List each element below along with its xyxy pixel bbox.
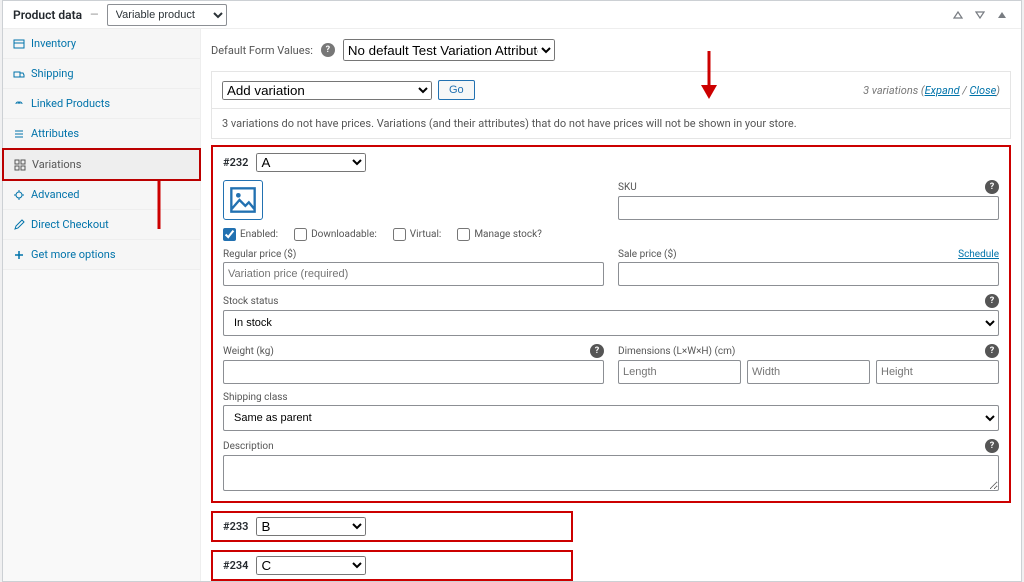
manage-stock-checkbox[interactable] xyxy=(457,228,470,241)
variation-action-select[interactable]: Add variation xyxy=(222,81,432,100)
sidebar-item-label: Attributes xyxy=(31,127,79,140)
variations-count-text: 3 variations (Expand / Close) xyxy=(863,84,1000,97)
sidebar-item-attributes[interactable]: Attributes xyxy=(3,119,200,149)
sku-label: SKU xyxy=(618,180,637,194)
variation-row-234[interactable]: #234 C xyxy=(211,550,573,581)
schedule-link[interactable]: Schedule xyxy=(958,249,999,260)
help-icon[interactable]: ? xyxy=(985,439,999,453)
variation-attribute-select[interactable]: C xyxy=(256,556,366,575)
enabled-checkbox[interactable] xyxy=(223,228,236,241)
shipping-class-select[interactable]: Same as parent xyxy=(223,405,999,431)
sale-price-input[interactable] xyxy=(618,262,999,286)
variation-row-232: #232 A SKU ? xyxy=(211,145,1011,503)
variation-id: #234 xyxy=(223,559,248,572)
panel-title: Product data xyxy=(13,8,82,22)
expand-link[interactable]: Expand xyxy=(925,84,960,97)
weight-input[interactable] xyxy=(223,360,604,384)
go-button[interactable]: Go xyxy=(438,80,475,100)
sidebar-item-label: Advanced xyxy=(31,188,79,201)
downloadable-checkbox-label[interactable]: Downloadable: xyxy=(294,228,377,241)
regular-price-label: Regular price ($) xyxy=(223,249,604,260)
manage-stock-checkbox-label[interactable]: Manage stock? xyxy=(457,228,542,241)
variation-row-233[interactable]: #233 B xyxy=(211,511,573,542)
panel-move-down-icon[interactable] xyxy=(971,6,989,24)
sidebar-item-advanced[interactable]: Advanced xyxy=(3,180,200,210)
help-icon[interactable]: ? xyxy=(985,180,999,194)
virtual-checkbox[interactable] xyxy=(393,228,406,241)
sidebar-item-label: Get more options xyxy=(31,248,116,261)
product-tabs-sidebar: Inventory Shipping Linked Products Attri… xyxy=(3,29,201,581)
link-icon xyxy=(13,98,25,110)
height-input[interactable] xyxy=(876,360,999,384)
length-input[interactable] xyxy=(618,360,741,384)
price-warning-notice: 3 variations do not have prices. Variati… xyxy=(211,109,1011,139)
help-icon[interactable]: ? xyxy=(985,294,999,308)
dimensions-label: Dimensions (L×W×H) (cm) xyxy=(618,344,735,358)
sidebar-item-inventory[interactable]: Inventory xyxy=(3,29,200,59)
sidebar-item-label: Inventory xyxy=(31,37,76,50)
sidebar-item-shipping[interactable]: Shipping xyxy=(3,59,200,89)
stock-status-select[interactable]: In stock xyxy=(223,310,999,336)
default-form-values-label: Default Form Values: xyxy=(211,44,313,57)
enabled-checkbox-label[interactable]: Enabled: xyxy=(223,228,278,241)
default-attribute-select[interactable]: No default Test Variation Attribute… xyxy=(343,39,555,61)
downloadable-checkbox[interactable] xyxy=(294,228,307,241)
weight-label: Weight (kg) xyxy=(223,344,274,358)
pencil-icon xyxy=(13,219,25,231)
virtual-checkbox-label[interactable]: Virtual: xyxy=(393,228,442,241)
help-icon[interactable]: ? xyxy=(321,43,335,57)
width-input[interactable] xyxy=(747,360,870,384)
panel-toggle-icon[interactable] xyxy=(993,6,1011,24)
attributes-icon xyxy=(13,128,25,140)
variation-image-placeholder[interactable] xyxy=(223,180,263,220)
stock-status-label: Stock status xyxy=(223,294,278,308)
sidebar-item-linked[interactable]: Linked Products xyxy=(3,89,200,119)
inventory-icon xyxy=(13,38,25,50)
variations-icon xyxy=(14,159,26,171)
sku-input[interactable] xyxy=(618,196,999,220)
close-link[interactable]: Close xyxy=(969,84,996,97)
panel-move-up-icon[interactable] xyxy=(949,6,967,24)
description-label: Description xyxy=(223,439,274,453)
sidebar-item-variations[interactable]: Variations xyxy=(2,148,201,181)
regular-price-input[interactable] xyxy=(223,262,604,286)
description-textarea[interactable] xyxy=(223,455,999,491)
shipping-class-label: Shipping class xyxy=(223,392,999,403)
panel-separator: — xyxy=(90,8,99,21)
sidebar-item-label: Direct Checkout xyxy=(31,218,109,231)
sidebar-item-label: Shipping xyxy=(31,67,74,80)
variation-id: #232 xyxy=(223,156,248,169)
sidebar-item-label: Linked Products xyxy=(31,97,110,110)
sidebar-item-label: Variations xyxy=(32,158,81,171)
sidebar-item-direct-checkout[interactable]: Direct Checkout xyxy=(3,210,200,240)
plus-icon xyxy=(13,249,25,261)
sale-price-label: Sale price ($) xyxy=(618,249,677,260)
help-icon[interactable]: ? xyxy=(590,344,604,358)
variation-attribute-select[interactable]: B xyxy=(256,517,366,536)
variation-attribute-select[interactable]: A xyxy=(256,153,366,172)
variation-id: #233 xyxy=(223,520,248,533)
gear-icon xyxy=(13,189,25,201)
shipping-icon xyxy=(13,68,25,80)
product-type-select[interactable]: Variable product xyxy=(107,4,227,26)
sidebar-item-more-options[interactable]: Get more options xyxy=(3,240,200,270)
help-icon[interactable]: ? xyxy=(985,344,999,358)
